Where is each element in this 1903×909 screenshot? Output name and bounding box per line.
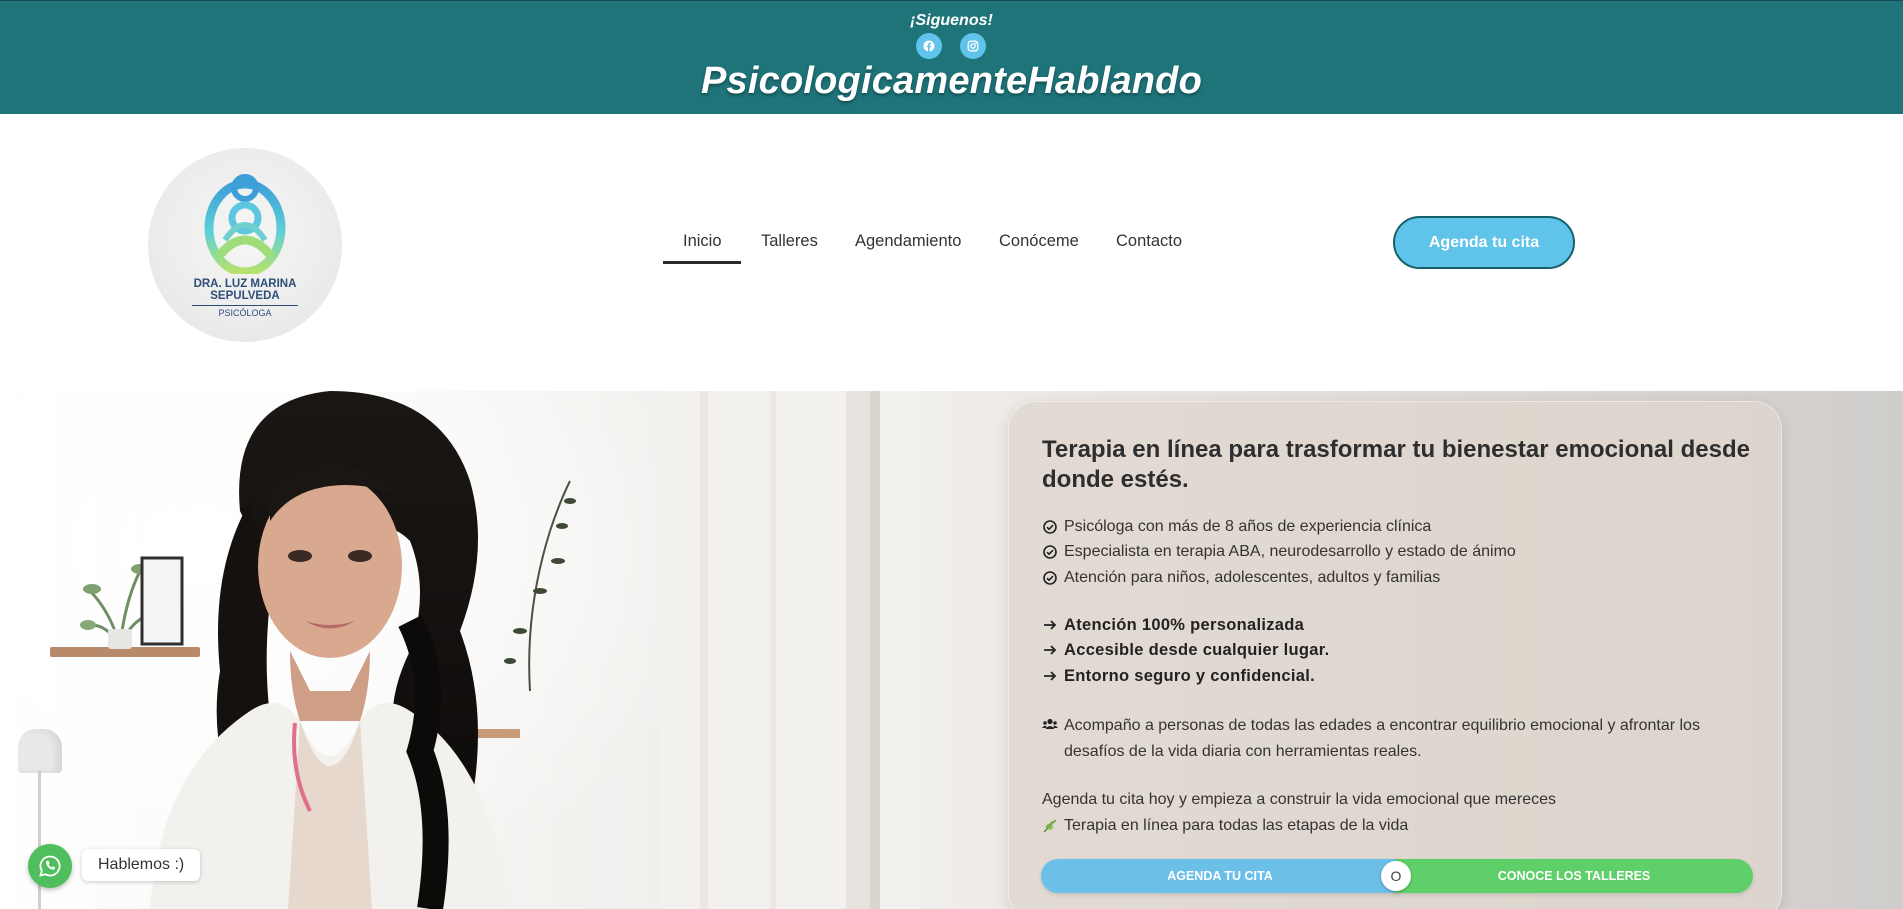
lamp-image bbox=[18, 729, 62, 773]
list-item-text: Atención para niños, adolescentes, adult… bbox=[1064, 569, 1441, 586]
book-appointment-button[interactable]: Agenda tu cita bbox=[1393, 216, 1575, 269]
curtain-image bbox=[660, 391, 920, 909]
nav-item-conoceme[interactable]: Conóceme bbox=[999, 232, 1079, 251]
brand-title: PsicologicamenteHablando bbox=[700, 60, 1203, 102]
agenda-cita-button[interactable]: AGENDA TU CITA bbox=[1041, 859, 1399, 893]
logo-divider bbox=[192, 305, 298, 306]
hero-buttons: AGENDA TU CITA CONOCE LOS TALLERES O bbox=[1041, 859, 1753, 893]
list-item-text: Atención 100% personalizada bbox=[1064, 616, 1305, 634]
hero-section: Terapia en línea para trasformar tu bien… bbox=[0, 391, 1903, 909]
nav-item-agendamiento[interactable]: Agendamiento bbox=[855, 232, 961, 251]
follow-label: ¡Siguenos! bbox=[910, 12, 993, 29]
facebook-icon[interactable] bbox=[916, 33, 942, 59]
top-banner: ¡Siguenos! PsicologicamenteHablando bbox=[0, 0, 1903, 114]
whatsapp-label[interactable]: Hablemos :) bbox=[82, 849, 201, 881]
logo-name-line1: DRA. LUZ MARINA bbox=[193, 278, 297, 290]
logo-name-line2: SEPULVEDA bbox=[210, 290, 280, 302]
site-header: DRA. LUZ MARINA SEPULVEDA PSICÓLOGA Inic… bbox=[0, 114, 1903, 391]
nav-item-talleres[interactable]: Talleres bbox=[761, 232, 818, 251]
logo-profession: PSICÓLOGA bbox=[218, 308, 272, 318]
instagram-icon[interactable] bbox=[960, 33, 986, 59]
list-item-text: Psicóloga con más de 8 años de experienc… bbox=[1064, 518, 1432, 535]
arrow-right-icon bbox=[1044, 645, 1057, 655]
arrow-right-icon bbox=[1044, 620, 1057, 630]
online-therapy-text: Terapia en línea para todas las etapas d… bbox=[1064, 817, 1409, 834]
agenda-invitation: Agenda tu cita hoy y empieza a construir… bbox=[1042, 791, 1557, 808]
list-item-text: Accesible desde cualquier lugar. bbox=[1064, 641, 1330, 659]
check-circle-icon bbox=[1043, 545, 1057, 559]
nav-item-inicio[interactable]: Inicio bbox=[683, 232, 722, 251]
lamp-stand bbox=[38, 771, 41, 909]
list-item-text: Especialista en terapia ABA, neurodesarr… bbox=[1064, 543, 1516, 560]
psychologist-photo bbox=[150, 391, 510, 909]
check-circle-icon bbox=[1043, 571, 1057, 585]
button-separator: O bbox=[1381, 861, 1411, 891]
check-circle-icon bbox=[1043, 520, 1057, 534]
site-logo[interactable]: DRA. LUZ MARINA SEPULVEDA PSICÓLOGA bbox=[148, 148, 342, 342]
arrow-right-icon bbox=[1044, 671, 1057, 681]
conoce-talleres-button[interactable]: CONOCE LOS TALLERES bbox=[1395, 859, 1753, 893]
social-links bbox=[916, 33, 986, 59]
list-item-text: Entorno seguro y confidencial. bbox=[1064, 667, 1316, 685]
herb-icon bbox=[1043, 819, 1057, 833]
nav-item-contacto[interactable]: Contacto bbox=[1116, 232, 1182, 251]
logo-mark-icon bbox=[204, 174, 286, 274]
whatsapp-button[interactable] bbox=[28, 844, 72, 888]
hero-title: Terapia en línea para trasformar tu bien… bbox=[1042, 436, 1750, 493]
whatsapp-icon bbox=[39, 855, 61, 877]
users-icon bbox=[1042, 718, 1058, 729]
hero-description: Acompaño a personas de todas las edades … bbox=[1064, 717, 1700, 760]
hero-card: Terapia en línea para trasformar tu bien… bbox=[1008, 401, 1782, 909]
nav-active-indicator bbox=[663, 261, 741, 264]
